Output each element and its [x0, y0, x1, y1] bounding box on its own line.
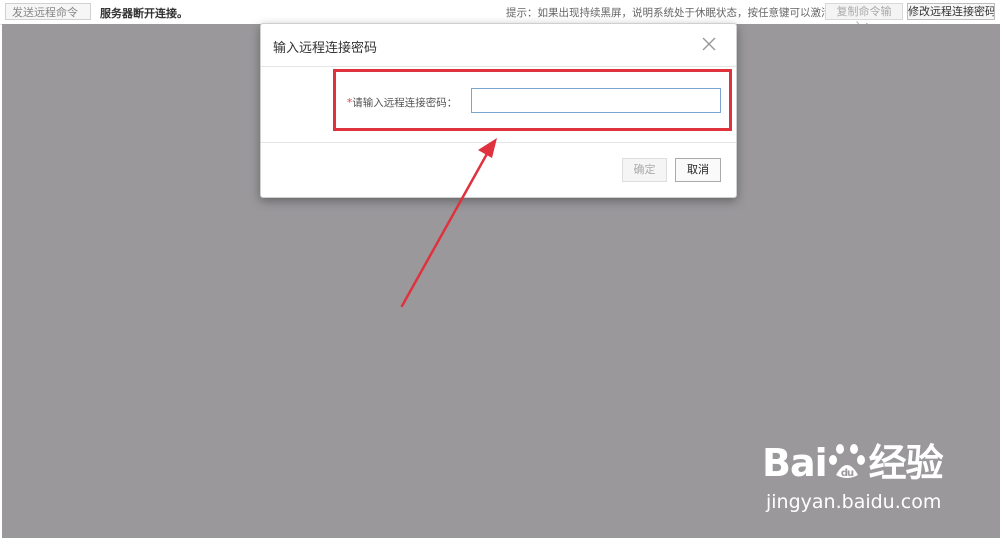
paw-icon: du: [828, 444, 865, 479]
top-toolbar: 发送远程命令▼ 服务器断开连接。 提示：如果出现持续黑屏，说明系统处于休眠状态，…: [0, 0, 1000, 34]
watermark-brand: Bai du 经验: [762, 441, 944, 485]
copy-command-button[interactable]: 复制命令输入：: [825, 3, 903, 33]
send-remote-command-label: 发送远程命令: [12, 6, 78, 19]
baidu-watermark: Bai du 经验 jingyan.baidu.com: [762, 425, 992, 525]
dialog-header: 输入远程连接密码: [261, 24, 736, 67]
send-remote-command-button[interactable]: 发送远程命令▼: [5, 3, 91, 34]
dialog-body: *请输入远程连接密码：: [261, 67, 736, 142]
password-dialog: 输入远程连接密码 *请输入远程连接密码： 确定 取消: [260, 23, 737, 198]
watermark-url: jingyan.baidu.com: [766, 491, 942, 513]
password-label: *请输入远程连接密码：: [347, 95, 457, 110]
password-label-text: 请输入远程连接密码：: [352, 97, 458, 109]
server-status-text: 服务器断开连接。: [100, 7, 188, 20]
dialog-footer: 确定 取消: [261, 142, 736, 199]
ok-button[interactable]: 确定: [622, 158, 667, 182]
dialog-title: 输入远程连接密码: [273, 41, 378, 56]
svg-text:du: du: [841, 468, 854, 479]
hint-text: 提示：如果出现持续黑屏，说明系统处于休眠状态，按任意键可以激活。: [506, 7, 842, 19]
password-input[interactable]: [471, 88, 721, 113]
cancel-button[interactable]: 取消: [675, 158, 721, 182]
modify-password-button[interactable]: 修改远程连接密码: [907, 3, 995, 20]
close-icon[interactable]: [701, 36, 717, 52]
